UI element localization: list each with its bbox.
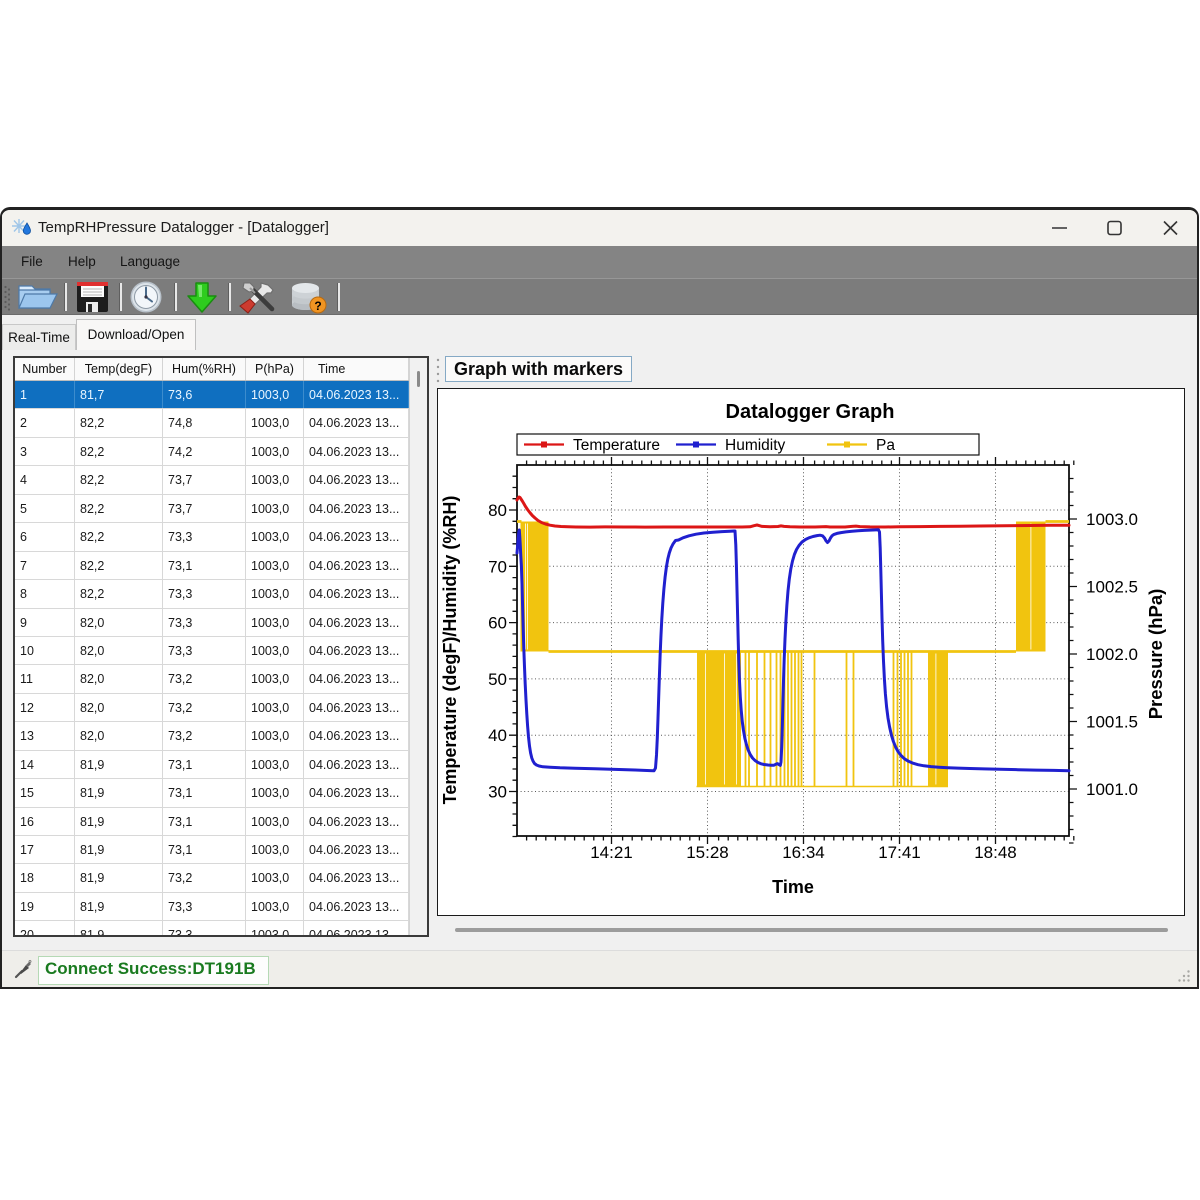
svg-text:?: ? bbox=[314, 299, 321, 313]
svg-text:80: 80 bbox=[488, 501, 507, 520]
svg-text:60: 60 bbox=[488, 614, 507, 633]
svg-text:50: 50 bbox=[488, 670, 507, 689]
svg-text:1002.5: 1002.5 bbox=[1086, 578, 1138, 597]
svg-text:18:48: 18:48 bbox=[974, 843, 1017, 862]
svg-text:40: 40 bbox=[488, 726, 507, 745]
svg-text:1003.0: 1003.0 bbox=[1086, 510, 1138, 529]
svg-text:Pa: Pa bbox=[876, 437, 895, 454]
svg-text:1001.5: 1001.5 bbox=[1086, 713, 1138, 732]
svg-text:16:34: 16:34 bbox=[782, 843, 825, 862]
svg-text:1002.0: 1002.0 bbox=[1086, 645, 1138, 664]
svg-text:Time: Time bbox=[772, 877, 814, 897]
svg-text:15:28: 15:28 bbox=[686, 843, 729, 862]
svg-text:17:41: 17:41 bbox=[878, 843, 921, 862]
svg-text:Datalogger Graph: Datalogger Graph bbox=[726, 401, 895, 423]
svg-text:30: 30 bbox=[488, 783, 507, 802]
svg-text:14:21: 14:21 bbox=[590, 843, 633, 862]
svg-text:Temperature: Temperature bbox=[573, 437, 660, 454]
svg-text:Pressure (hPa): Pressure (hPa) bbox=[1145, 589, 1166, 720]
svg-text:Humidity: Humidity bbox=[725, 437, 786, 454]
svg-text:Temperature (degF)/Humidity (%: Temperature (degF)/Humidity (%RH) bbox=[440, 496, 460, 805]
svg-text:70: 70 bbox=[488, 557, 507, 576]
svg-text:1001.0: 1001.0 bbox=[1086, 780, 1138, 799]
